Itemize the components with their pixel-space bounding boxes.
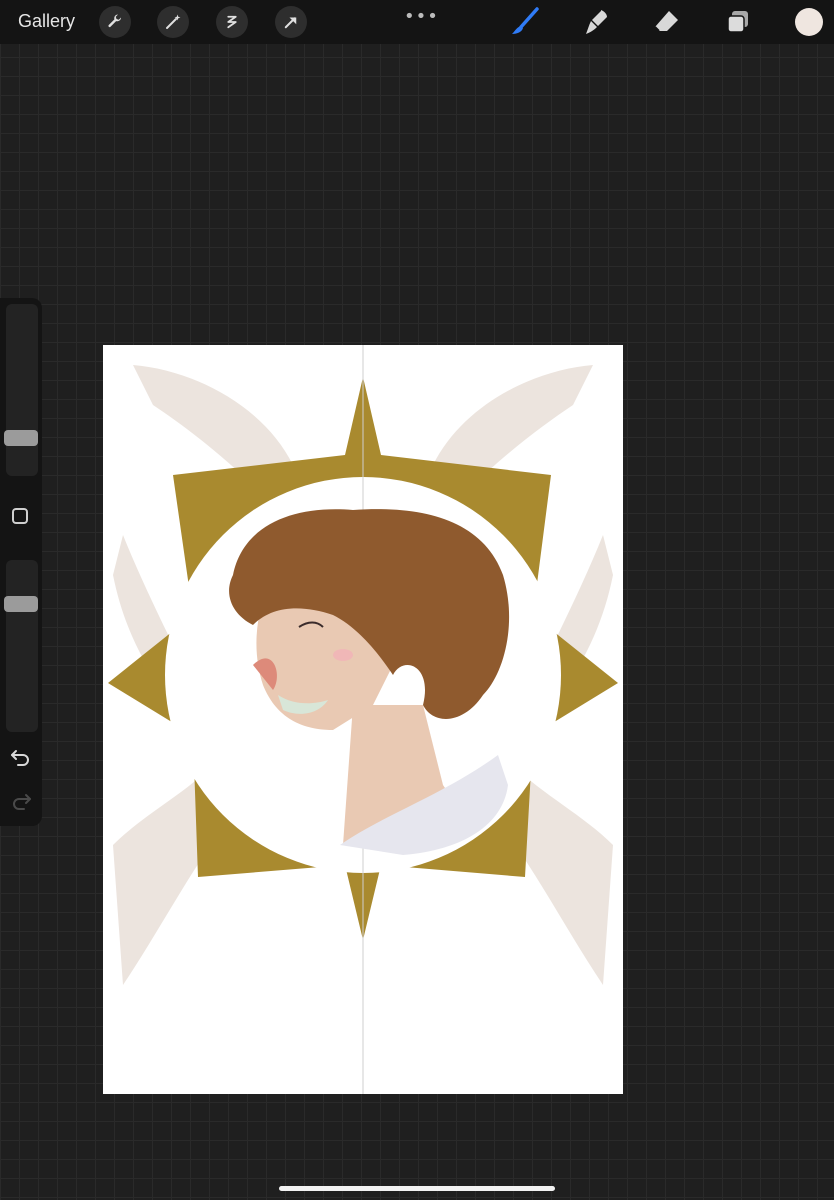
selection-icon [227, 15, 237, 29]
transform-arrow-icon [284, 17, 297, 29]
opacity-slider[interactable] [4, 560, 38, 732]
brush-size-slider[interactable] [4, 304, 38, 476]
transform-button[interactable] [275, 6, 307, 38]
wrench-icon [108, 14, 122, 28]
brush-tool[interactable] [509, 7, 541, 37]
smudge-tool[interactable] [580, 7, 612, 37]
layers-tool[interactable] [722, 7, 754, 37]
undo-icon[interactable] [10, 748, 32, 766]
layers-icon [727, 11, 748, 33]
opacity-knob[interactable] [4, 596, 38, 612]
selection-button[interactable] [216, 6, 248, 38]
modify-button[interactable] [12, 508, 28, 524]
redo-icon[interactable] [10, 792, 32, 810]
drawing-canvas[interactable] [103, 345, 623, 1094]
eraser-tool[interactable] [651, 7, 683, 37]
blush [333, 649, 353, 661]
magic-wand-icon [166, 14, 181, 29]
top-toolbar: Gallery ••• [0, 0, 834, 44]
more-options-button[interactable]: ••• [404, 6, 439, 27]
left-sidebar [0, 298, 42, 826]
smudge-icon [586, 10, 607, 34]
gallery-button[interactable]: Gallery [18, 11, 75, 32]
adjustments-button[interactable] [157, 6, 189, 38]
home-indicator [279, 1186, 555, 1191]
brush-size-knob[interactable] [4, 430, 38, 446]
brush-icon [512, 7, 539, 34]
wrench-button[interactable] [99, 6, 131, 38]
artwork [108, 345, 618, 1094]
eraser-icon [654, 11, 678, 32]
color-picker-swatch[interactable] [795, 8, 823, 36]
